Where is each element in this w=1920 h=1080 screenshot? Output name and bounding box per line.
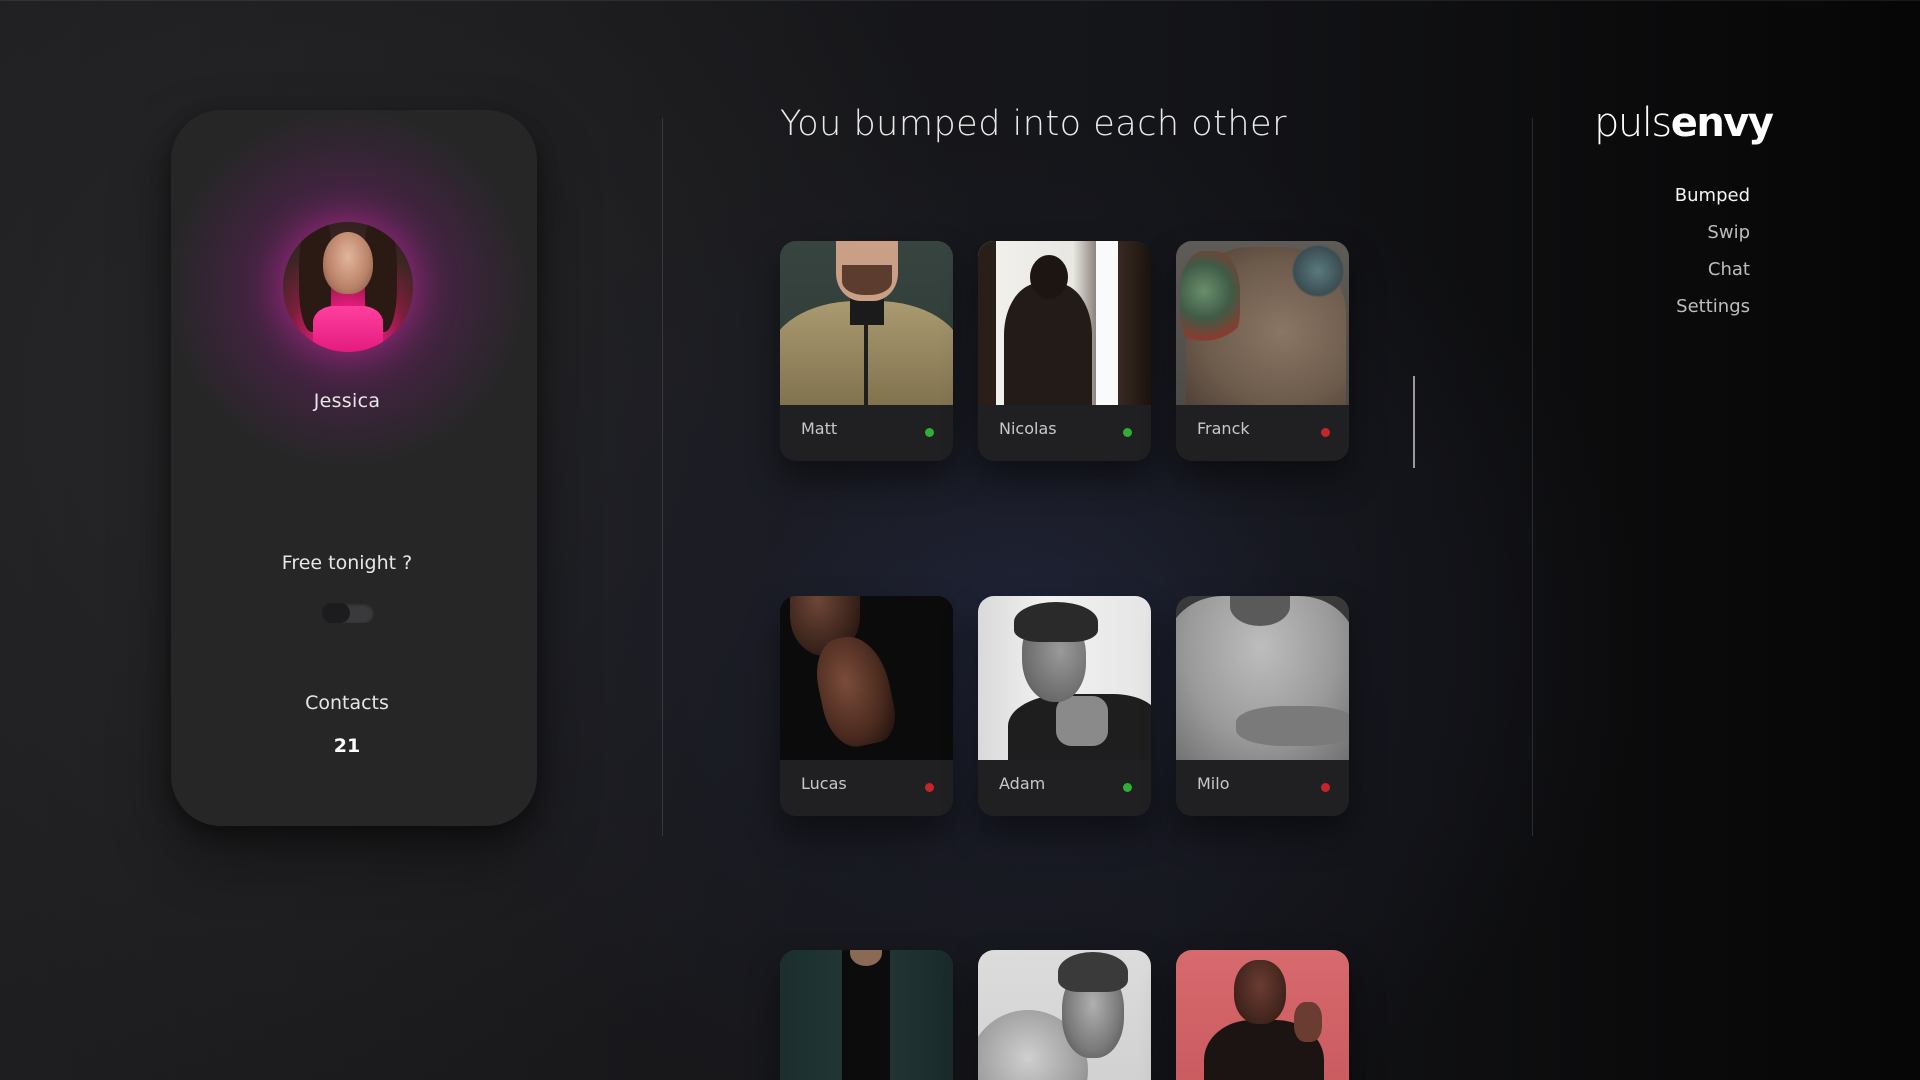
top-border <box>0 0 1920 1</box>
contact-photo <box>1176 241 1349 405</box>
contact-card-lucas[interactable]: Lucas <box>780 596 953 816</box>
left-divider <box>662 118 663 836</box>
free-tonight-label: Free tonight ? <box>281 552 413 574</box>
brand-logo[interactable]: pulsenvy <box>1594 99 1774 147</box>
nav-item-chat[interactable]: Chat <box>1600 257 1750 294</box>
contact-photo <box>978 950 1151 1080</box>
status-dot <box>1321 783 1330 792</box>
contact-name: Nicolas <box>999 419 1057 438</box>
contact-card-nicolas[interactable]: Nicolas <box>978 241 1151 461</box>
status-dot <box>925 428 934 437</box>
contact-name: Milo <box>1197 774 1230 793</box>
contact-card-franck[interactable]: Franck <box>1176 241 1349 461</box>
status-dot <box>1123 428 1132 437</box>
nav-item-settings[interactable]: Settings <box>1600 294 1750 331</box>
main-nav: Bumped Swip Chat Settings <box>1600 183 1750 331</box>
scroll-indicator[interactable] <box>1413 376 1415 468</box>
avatar-face <box>323 232 373 294</box>
status-dot <box>1123 783 1132 792</box>
free-tonight-toggle[interactable] <box>322 603 374 623</box>
right-divider <box>1532 118 1533 836</box>
contact-card-partial-2[interactable] <box>978 950 1151 1080</box>
contact-card-milo[interactable]: Milo <box>1176 596 1349 816</box>
app-screen: Jessica Free tonight ? Contacts 21 You b… <box>0 0 1920 1080</box>
nav-item-bumped[interactable]: Bumped <box>1600 183 1750 220</box>
contact-photo <box>978 241 1151 405</box>
profile-name: Jessica <box>313 390 381 412</box>
contact-photo <box>978 596 1151 760</box>
status-dot <box>925 783 934 792</box>
page-title: You bumped into each other <box>780 104 1287 144</box>
logo-bold: envy <box>1670 100 1774 146</box>
contact-photo <box>1176 596 1349 760</box>
contact-name: Matt <box>801 419 838 438</box>
contact-card-partial-3[interactable] <box>1176 950 1349 1080</box>
contact-photo <box>780 596 953 760</box>
profile-card <box>171 110 537 826</box>
contact-card-partial-1[interactable] <box>780 950 953 1080</box>
contact-photo <box>780 241 953 405</box>
toggle-knob <box>322 603 350 623</box>
contact-name: Franck <box>1197 419 1250 438</box>
contacts-label: Contacts <box>305 692 389 714</box>
contact-photo <box>1176 950 1349 1080</box>
contacts-count: 21 <box>333 735 361 757</box>
contact-name: Adam <box>999 774 1046 793</box>
logo-light: puls <box>1594 100 1672 146</box>
contact-card-matt[interactable]: Matt <box>780 241 953 461</box>
nav-item-swip[interactable]: Swip <box>1600 220 1750 257</box>
contact-card-adam[interactable]: Adam <box>978 596 1151 816</box>
status-dot <box>1321 428 1330 437</box>
avatar-top <box>313 306 383 352</box>
contact-photo <box>780 950 953 1080</box>
avatar[interactable] <box>283 222 413 352</box>
contact-name: Lucas <box>801 774 847 793</box>
